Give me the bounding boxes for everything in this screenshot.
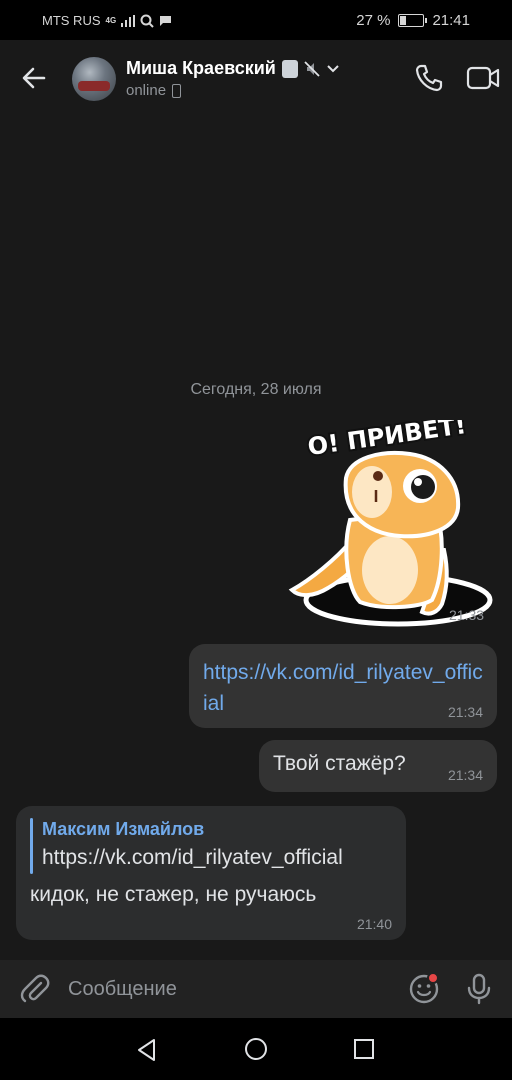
message-composer [0, 960, 512, 1018]
reply-text[interactable]: https://vk.com/id_rilyatev_official [42, 846, 343, 870]
contact-name-row[interactable]: Миша Краевский [126, 58, 340, 79]
nav-back-icon[interactable] [134, 1037, 160, 1063]
attach-paperclip-icon[interactable] [20, 974, 50, 1004]
person-emoji-icon [281, 59, 298, 78]
contact-status-row: online [126, 82, 182, 99]
message-time: 21:34 [447, 704, 483, 720]
status-right: 27 % 21:41 [356, 12, 470, 29]
battery-percent: 27 % [356, 12, 391, 29]
outgoing-message[interactable]: Твой стажёр? 21:34 [259, 740, 497, 792]
date-separator: Сегодня, 28 июля [190, 381, 322, 398]
contact-name: Миша Краевский [126, 58, 276, 78]
status-left: MTS RUS 4G [42, 13, 172, 28]
hamster-sticker[interactable]: О! ПРИВЕТ! [280, 420, 496, 632]
status-bar: MTS RUS 4G 27 % 21:41 [0, 0, 512, 40]
chevron-down-icon[interactable] [326, 64, 340, 74]
message-text: Твой стажёр? [273, 752, 406, 775]
reply-author[interactable]: Максим Измайлов [42, 819, 204, 840]
message-status-icon [160, 15, 172, 26]
clock: 21:41 [432, 12, 470, 29]
message-input[interactable] [68, 974, 388, 1004]
nav-recent-apps-icon[interactable] [353, 1038, 375, 1060]
carrier-label: MTS RUS [42, 13, 101, 28]
video-call-icon[interactable] [466, 65, 500, 91]
search-status-icon [140, 14, 154, 28]
reply-quote-bar [30, 818, 33, 874]
outgoing-message-link[interactable]: https://vk.com/id_rilyatev_official 21:3… [189, 644, 497, 728]
battery-icon [398, 14, 428, 27]
mobile-device-icon [172, 83, 182, 98]
system-navigation-bar [0, 1018, 512, 1080]
sticker-time: 21:33 [449, 607, 485, 623]
avatar[interactable] [72, 57, 116, 101]
message-text: кидок, не стажер, не ручаюсь [30, 883, 317, 906]
message-time: 21:34 [447, 767, 483, 783]
chat-header: Миша Краевский online [0, 40, 512, 116]
signal-icon [121, 14, 136, 27]
network-label: 4G [105, 16, 117, 25]
microphone-icon[interactable] [466, 973, 492, 1005]
phone-call-icon[interactable] [414, 63, 444, 93]
contact-status: online [126, 82, 167, 99]
back-arrow-icon[interactable] [20, 64, 48, 92]
message-link[interactable]: https://vk.com/id_rilyatev_official [203, 657, 487, 719]
message-time: 21:40 [356, 916, 392, 932]
muted-icon [304, 60, 320, 77]
notification-dot [427, 972, 439, 984]
incoming-message[interactable]: Максим Измайлов https://vk.com/id_rilyat… [16, 806, 406, 940]
nav-home-icon[interactable] [244, 1037, 268, 1061]
